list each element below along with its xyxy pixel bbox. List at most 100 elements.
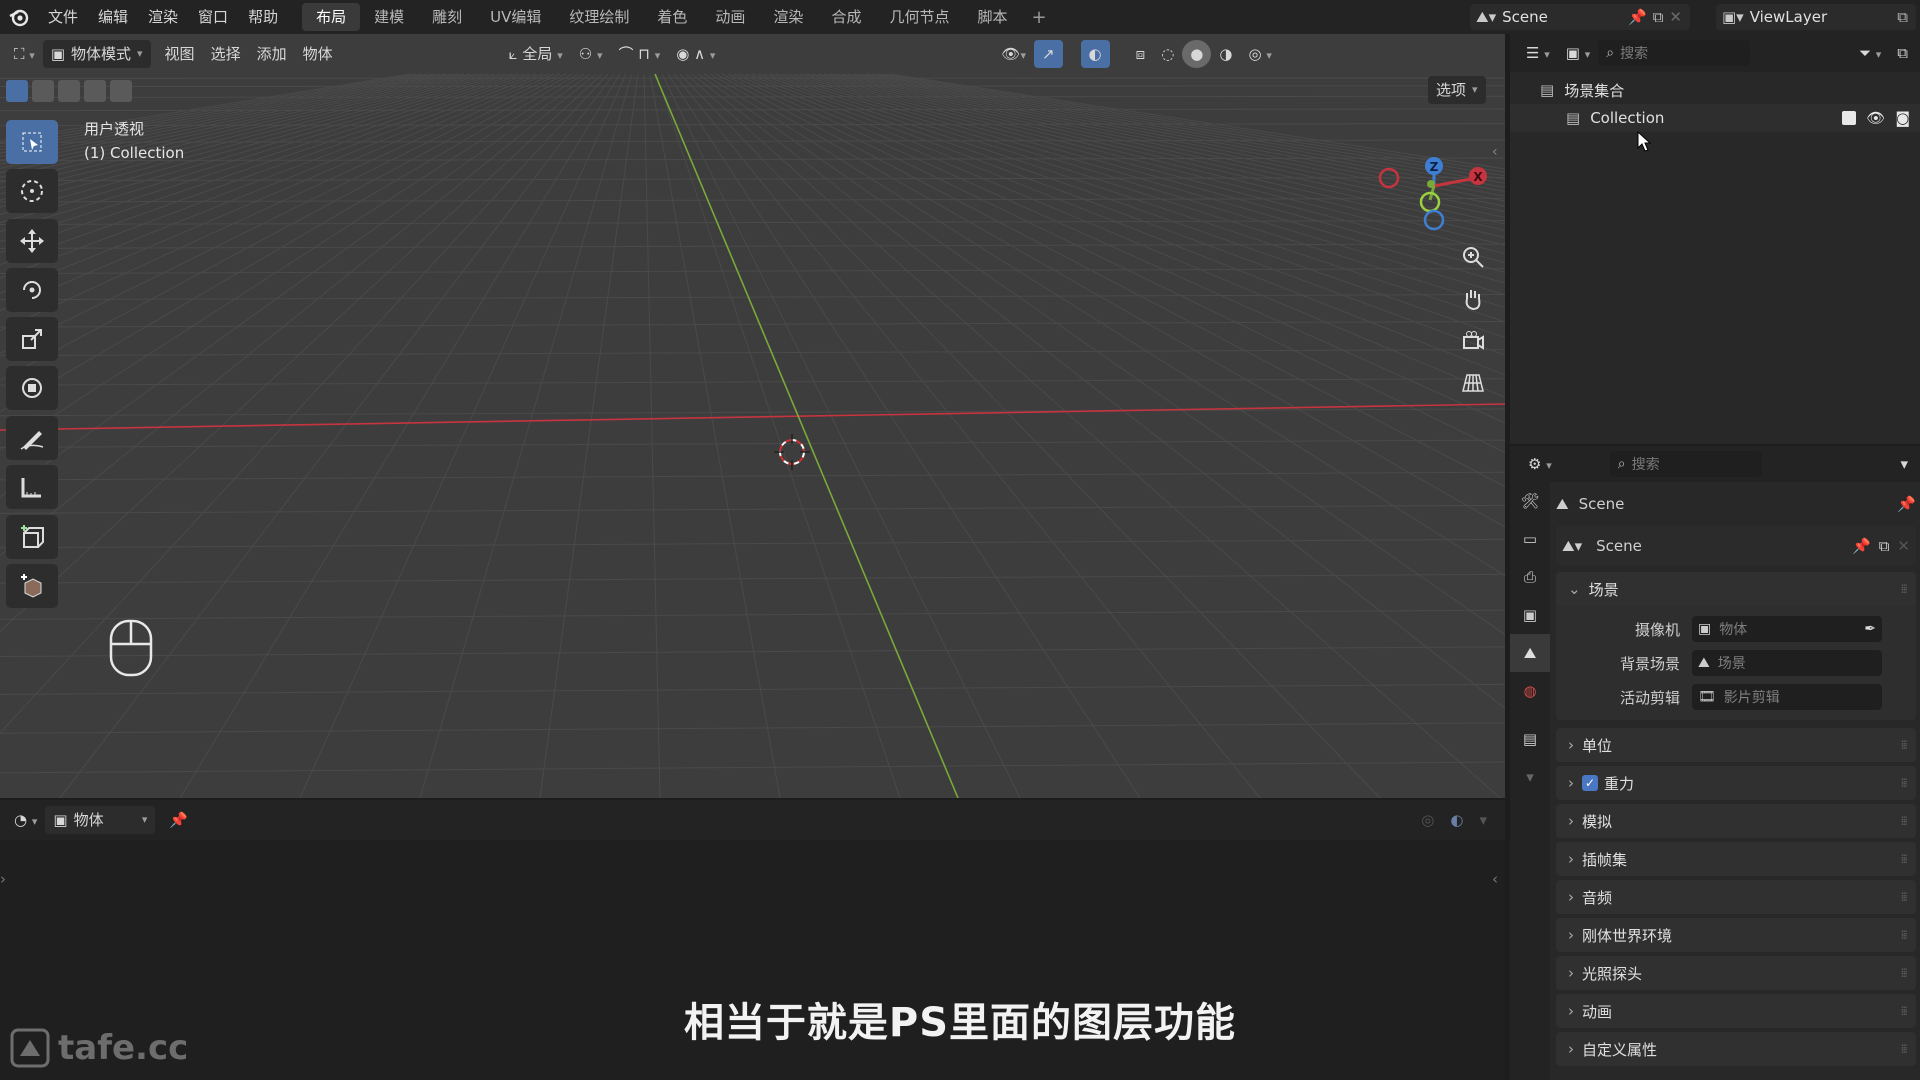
- drag-handle-icon[interactable]: ⁞⁞⁞: [1901, 928, 1909, 942]
- menu-help[interactable]: 帮助: [238, 0, 288, 34]
- tab-sculpting[interactable]: 雕刻: [418, 3, 476, 31]
- navigation-gizmo[interactable]: Z X: [1368, 116, 1498, 236]
- active-clip-field[interactable]: 🎞 影片剪辑: [1692, 684, 1882, 710]
- select-intersect-icon[interactable]: [110, 80, 132, 102]
- menu-object[interactable]: 物体: [295, 40, 341, 68]
- blender-logo-icon[interactable]: [0, 0, 38, 34]
- tab-texture-paint[interactable]: 纹理绘制: [555, 3, 643, 31]
- transform-orientation-dropdown[interactable]: ⟀ 全局 ▾: [501, 40, 571, 68]
- move-tool-icon[interactable]: [6, 219, 58, 263]
- tab-geometry-nodes[interactable]: 几何节点: [875, 3, 963, 31]
- pin-icon[interactable]: 📌: [1852, 537, 1871, 555]
- world-tab-icon[interactable]: ◍: [1510, 672, 1550, 710]
- menu-file[interactable]: 文件: [38, 0, 88, 34]
- visibility-icon[interactable]: 👁▾: [993, 40, 1034, 68]
- scene-panel-header[interactable]: ⌄ 场景 ⁞⁞⁞: [1556, 572, 1916, 606]
- outliner-search-input[interactable]: ⌕ 搜索: [1598, 40, 1751, 66]
- close-icon[interactable]: ✕: [1669, 8, 1690, 26]
- tab-layout[interactable]: 布局: [302, 3, 361, 31]
- link-icon[interactable]: ◎: [1413, 806, 1442, 834]
- new-collection-icon[interactable]: ⧉: [1889, 39, 1916, 67]
- rotate-tool-icon[interactable]: [6, 268, 58, 312]
- tab-scripting[interactable]: 脚本: [963, 3, 1021, 31]
- context-dropdown[interactable]: ▣ 物体 ▾: [45, 806, 156, 834]
- mode-dropdown[interactable]: ▣ 物体模式 ▾: [42, 40, 151, 68]
- menu-render[interactable]: 渲染: [138, 0, 188, 34]
- editor-type-button[interactable]: ⛶ ▾: [6, 40, 43, 68]
- new-view-layer-icon[interactable]: ⧉: [1897, 8, 1916, 26]
- shading-rendered-icon[interactable]: ◎ ▾: [1240, 40, 1279, 68]
- chevron-down-icon[interactable]: ▾: [1892, 450, 1916, 478]
- drag-handle-icon[interactable]: ⁞⁞⁞: [1901, 582, 1909, 596]
- proportional-edit-icon[interactable]: ◉ ∧ ▾: [668, 40, 723, 68]
- drag-handle-icon[interactable]: ⁞⁞⁞: [1901, 966, 1909, 980]
- menu-view[interactable]: 视图: [157, 40, 203, 68]
- 3d-viewport[interactable]: ⛶ ▾ ▣ 物体模式 ▾ 视图 选择 添加 物体 ⟀ 全局 ▾ ⚇ ▾ ⌒ ⊓ …: [0, 34, 1505, 798]
- tab-animation[interactable]: 动画: [701, 3, 759, 31]
- options-dropdown[interactable]: 选项 ▾: [1428, 76, 1486, 104]
- drag-handle-icon[interactable]: ⁞⁞⁞: [1901, 852, 1909, 866]
- xray-icon[interactable]: ⧈: [1128, 40, 1154, 68]
- overlay-icon[interactable]: ◐: [1442, 806, 1471, 834]
- camera-icon[interactable]: ◙: [1895, 109, 1910, 127]
- chevron-down-icon[interactable]: ▾: [1471, 806, 1495, 834]
- menu-window[interactable]: 窗口: [188, 0, 238, 34]
- drag-handle-icon[interactable]: ⁞⁞⁞: [1901, 776, 1909, 790]
- scene-selector[interactable]: ⛰▾ Scene 📌 ⧉ ✕: [1470, 4, 1690, 30]
- tool-tab-icon[interactable]: 🛠: [1510, 482, 1550, 520]
- add-object-tool-icon[interactable]: [6, 564, 58, 608]
- select-invert-icon[interactable]: [84, 80, 106, 102]
- drag-handle-icon[interactable]: ⁞⁞⁞: [1901, 890, 1909, 904]
- collapse-right-icon[interactable]: ‹: [1492, 870, 1498, 888]
- camera-field[interactable]: ▣ 物体 ✒: [1692, 616, 1882, 642]
- eye-icon[interactable]: 👁: [1866, 109, 1885, 127]
- menu-edit[interactable]: 编辑: [88, 0, 138, 34]
- outliner-scene-collection[interactable]: ▤ 场景集合: [1510, 76, 1920, 104]
- camera-view-icon[interactable]: [1456, 324, 1490, 358]
- eyedropper-icon[interactable]: ✒: [1864, 621, 1876, 637]
- pin-icon[interactable]: 📌: [161, 806, 196, 834]
- tab-uv-editing[interactable]: UV编辑: [476, 3, 555, 31]
- pivot-point-icon[interactable]: ⚇ ▾: [571, 40, 611, 68]
- display-mode-button[interactable]: ▣ ▾: [1558, 39, 1598, 67]
- menu-select[interactable]: 选择: [203, 40, 249, 68]
- scene-tab-icon[interactable]: ⛰: [1510, 634, 1550, 672]
- simulation-panel[interactable]: › 模拟 ⁞⁞⁞: [1556, 804, 1916, 838]
- chevron-down-icon[interactable]: ▾: [1510, 758, 1550, 796]
- outliner-collection-row[interactable]: ▤ Collection 👁 ◙: [1510, 104, 1920, 132]
- zoom-icon[interactable]: [1456, 240, 1490, 274]
- light-probes-panel[interactable]: › 光照探头 ⁞⁞⁞: [1556, 956, 1916, 990]
- add-workspace-button[interactable]: +: [1021, 7, 1056, 28]
- select-extend-icon[interactable]: [32, 80, 54, 102]
- editor-type-button[interactable]: ◔ ▾: [6, 806, 45, 834]
- drag-handle-icon[interactable]: ⁞⁞⁞: [1901, 814, 1909, 828]
- tab-modeling[interactable]: 建模: [360, 3, 418, 31]
- properties-search-input[interactable]: ⌕ 搜索: [1609, 451, 1762, 477]
- shading-material-icon[interactable]: ◑: [1211, 40, 1240, 68]
- cursor-tool-icon[interactable]: [6, 169, 58, 213]
- select-box-tool-icon[interactable]: [6, 120, 58, 164]
- tab-shading[interactable]: 着色: [643, 3, 701, 31]
- gravity-checkbox[interactable]: ✓: [1582, 775, 1598, 791]
- pin-icon[interactable]: 📌: [1628, 8, 1653, 26]
- pin-icon[interactable]: 📌: [1897, 495, 1916, 513]
- view-layer-selector[interactable]: ▣▾ ViewLayer ⧉: [1716, 4, 1916, 30]
- pan-hand-icon[interactable]: [1456, 282, 1490, 316]
- filter-icon[interactable]: ⏷ ▾: [1851, 39, 1889, 67]
- scene-datablock-selector[interactable]: ⛰▾ Scene 📌 ⧉ ✕: [1556, 526, 1916, 566]
- background-scene-field[interactable]: ⛰ 场景: [1692, 650, 1882, 676]
- add-cube-tool-icon[interactable]: [6, 515, 58, 559]
- perspective-toggle-icon[interactable]: [1456, 366, 1490, 400]
- units-panel[interactable]: › 单位 ⁞⁞⁞: [1556, 728, 1916, 762]
- tab-compositing[interactable]: 合成: [817, 3, 875, 31]
- output-tab-icon[interactable]: ⎙: [1510, 558, 1550, 596]
- shading-solid-icon[interactable]: ●: [1182, 40, 1212, 68]
- menu-add[interactable]: 添加: [249, 40, 295, 68]
- drag-handle-icon[interactable]: ⁞⁞⁞: [1901, 738, 1909, 752]
- render-tab-icon[interactable]: ▭: [1510, 520, 1550, 558]
- tab-rendering[interactable]: 渲染: [759, 3, 817, 31]
- gravity-panel[interactable]: › ✓ 重力 ⁞⁞⁞: [1556, 766, 1916, 800]
- select-new-icon[interactable]: [6, 80, 28, 102]
- exclude-checkbox[interactable]: [1842, 111, 1857, 125]
- select-subtract-icon[interactable]: [58, 80, 80, 102]
